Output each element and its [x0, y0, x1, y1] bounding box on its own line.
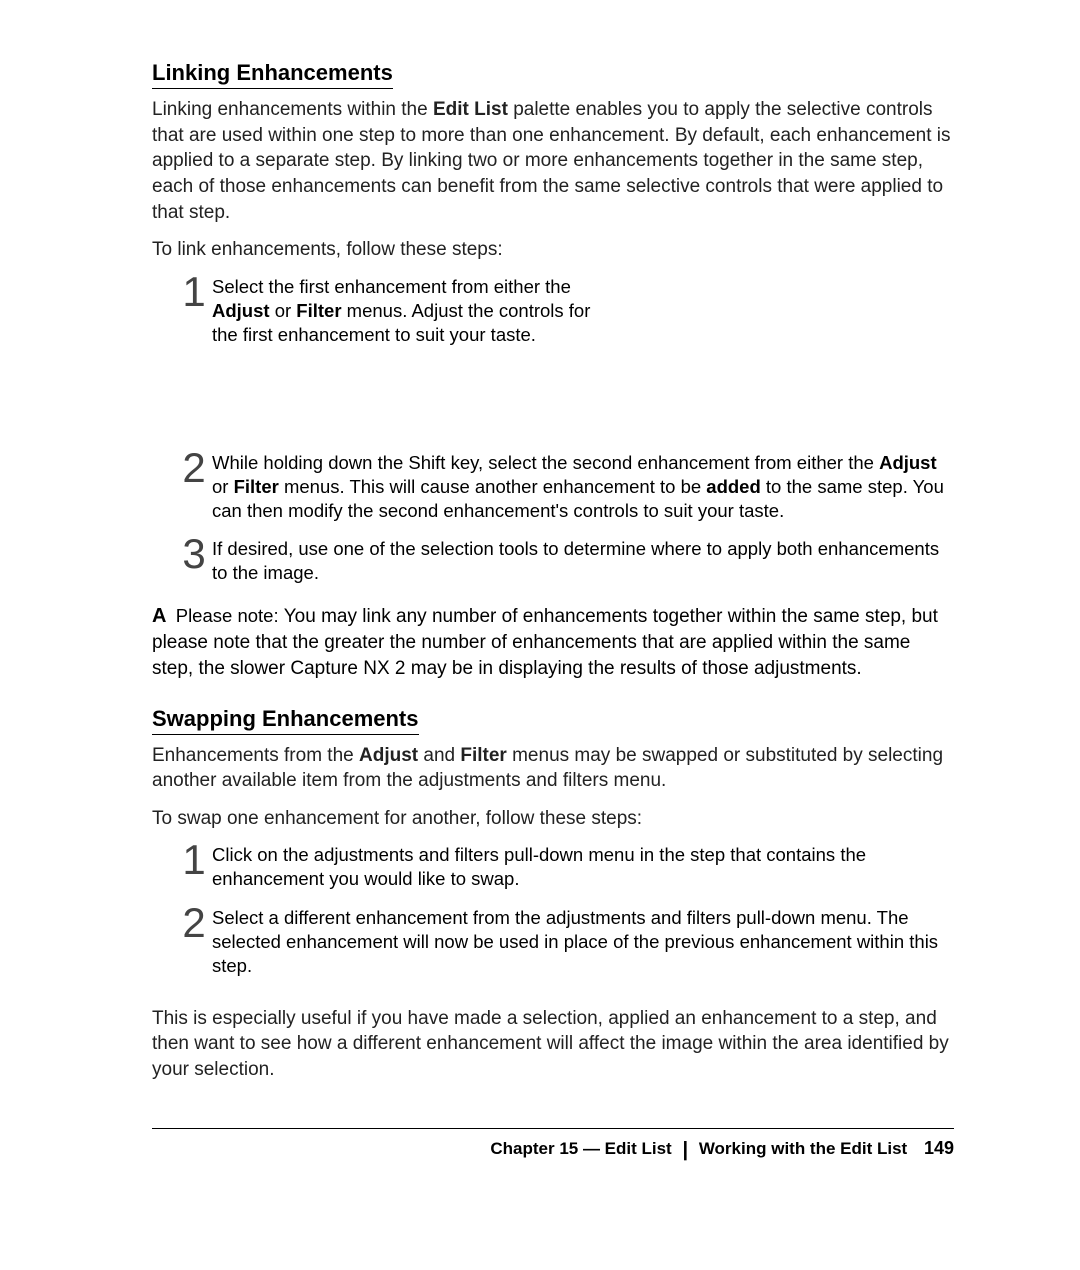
note-line: A Please note: You may link any number o…	[152, 603, 954, 681]
t: Filter	[234, 476, 279, 497]
section-swapping: Swapping Enhancements Enhancements from …	[152, 706, 954, 1083]
step-number: 2	[180, 904, 208, 942]
document-page: Linking Enhancements Linking enhancement…	[0, 0, 1080, 1270]
footer-section: Working with the Edit List	[699, 1139, 907, 1158]
step-number: 3	[180, 535, 208, 573]
t: and	[418, 745, 460, 766]
swapping-intro: Enhancements from the Adjust and Filter …	[152, 743, 954, 794]
heading-linking: Linking Enhancements	[152, 60, 393, 89]
t: menus. This will cause another enhanceme…	[279, 476, 706, 497]
swapping-steps: 1 Click on the adjustments and filters p…	[180, 843, 954, 977]
heading-swapping: Swapping Enhancements	[152, 706, 419, 735]
t: Filter	[460, 745, 506, 766]
t: or	[212, 476, 234, 497]
step-number: 2	[180, 449, 208, 487]
t: Edit List	[433, 99, 508, 120]
step-1: 1 Select the first enhancement from eith…	[180, 275, 954, 347]
page-footer: Chapter 15 — Edit List | Working with th…	[152, 1128, 954, 1160]
t: Adjust	[212, 300, 270, 321]
step-text: Select a different enhancement from the …	[212, 906, 954, 978]
step-text: While holding down the Shift key, select…	[212, 451, 954, 523]
t: Linking enhancements within the	[152, 99, 433, 120]
step-text: Click on the adjustments and filters pul…	[212, 843, 954, 891]
spacer	[180, 361, 954, 451]
note-block: A Please note: You may link any number o…	[152, 603, 954, 681]
t: added	[706, 476, 760, 497]
step-number: 1	[180, 841, 208, 879]
step-2: 2 Select a different enhancement from th…	[180, 906, 954, 978]
footer-page-number: 149	[924, 1138, 954, 1158]
note-icon: A	[152, 605, 166, 627]
note-lead: Please note:	[176, 605, 284, 626]
t: Adjust	[879, 452, 937, 473]
linking-lead: To link enhancements, follow these steps…	[152, 237, 954, 263]
swapping-outro: This is especially useful if you have ma…	[152, 1006, 954, 1083]
step-text: If desired, use one of the selection too…	[212, 537, 954, 585]
t: Adjust	[359, 745, 418, 766]
step-1: 1 Click on the adjustments and filters p…	[180, 843, 954, 891]
linking-steps: 1 Select the first enhancement from eith…	[180, 275, 954, 585]
swapping-lead: To swap one enhancement for another, fol…	[152, 806, 954, 832]
section-linking: Linking Enhancements Linking enhancement…	[152, 60, 954, 682]
t: While holding down the Shift key, select…	[212, 452, 879, 473]
step-text: Select the first enhancement from either…	[212, 275, 592, 347]
t: Filter	[296, 300, 341, 321]
footer-separator: |	[682, 1139, 688, 1161]
step-number: 1	[180, 273, 208, 311]
step-3: 3 If desired, use one of the selection t…	[180, 537, 954, 585]
linking-intro: Linking enhancements within the Edit Lis…	[152, 97, 954, 225]
t: Enhancements from the	[152, 745, 359, 766]
footer-chapter: Chapter 15 — Edit List	[490, 1139, 671, 1158]
t: Select the first enhancement from either…	[212, 276, 571, 297]
t: or	[270, 300, 297, 321]
step-2: 2 While holding down the Shift key, sele…	[180, 451, 954, 523]
